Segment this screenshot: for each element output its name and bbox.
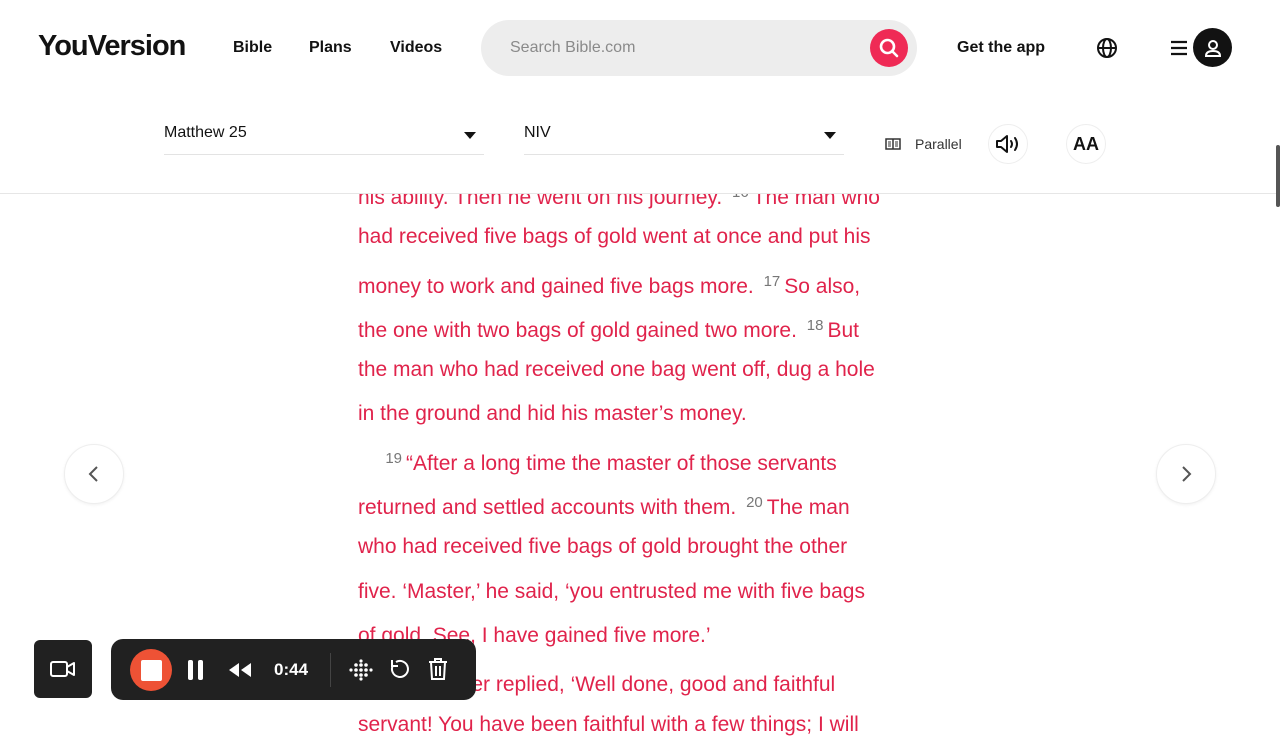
verse-number: 18 <box>806 316 824 334</box>
verse-line: money to work and gained five bags more.… <box>358 260 958 304</box>
verse-text: So also, <box>784 274 861 298</box>
verse-text: servant! You have been faithful with a f… <box>358 712 859 736</box>
video-camera-icon <box>50 661 75 677</box>
camera-toggle-button[interactable] <box>34 640 92 698</box>
next-chapter-button[interactable] <box>1156 444 1216 504</box>
chevron-down-icon <box>464 132 476 139</box>
chevron-right-icon <box>1182 466 1192 482</box>
verse-number: 20 <box>746 494 763 512</box>
verse-text <box>358 452 381 475</box>
verse-line: the man who had received one bag went of… <box>358 348 958 392</box>
verse-text: But <box>827 318 859 342</box>
parallel-label: Parallel <box>915 136 962 152</box>
verse-number: 17 <box>763 272 781 290</box>
version-select[interactable]: NIV <box>524 124 844 155</box>
verse-line: the one with two bags of gold gained two… <box>358 304 958 348</box>
version-value: NIV <box>524 124 551 141</box>
verse-line: had received five bags of gold went at o… <box>358 215 958 259</box>
parallel-book-icon <box>885 138 901 150</box>
verse-line: returned and settled accounts with them.… <box>358 481 958 525</box>
grid-dots-icon[interactable] <box>349 659 373 681</box>
search-placeholder: Search Bible.com <box>510 39 636 56</box>
recording-timer: 0:44 <box>274 660 309 679</box>
verse-text: had received five bags of gold went at o… <box>358 225 871 249</box>
verse-text: The man <box>766 496 850 520</box>
chevron-left-icon <box>88 466 98 482</box>
pause-icon[interactable] <box>187 659 205 681</box>
verse-line: servant! You have been faithful with a f… <box>358 703 958 747</box>
trash-icon[interactable] <box>428 657 448 681</box>
verse-text: who had received five bags of gold broug… <box>358 535 848 559</box>
user-icon <box>1204 39 1221 57</box>
header-divider <box>0 193 1280 194</box>
nav-bible[interactable]: Bible <box>233 39 272 57</box>
search-button[interactable] <box>870 29 908 67</box>
font-size-button[interactable]: AA <box>1066 124 1106 164</box>
stop-recording-button[interactable] <box>130 649 172 691</box>
book-chapter-select[interactable]: Matthew 25 <box>164 124 484 155</box>
search-input[interactable]: Search Bible.com <box>481 20 917 76</box>
speaker-icon <box>996 135 1018 153</box>
scrollbar-thumb[interactable] <box>1276 145 1280 207</box>
verse-text: in the ground and hid his master’s money… <box>358 402 747 426</box>
audio-button[interactable] <box>988 124 1028 164</box>
user-avatar-button[interactable] <box>1193 28 1232 67</box>
stop-icon <box>140 659 162 681</box>
previous-chapter-button[interactable] <box>64 444 124 504</box>
verse-number: 19 <box>385 449 403 467</box>
verse-line: who had received five bags of gold broug… <box>358 525 958 569</box>
recording-toolbar: 0:44 <box>111 639 476 700</box>
verse-line: five. ‘Master,’ he said, ‘you entrusted … <box>358 570 958 614</box>
nav-videos[interactable]: Videos <box>390 39 442 57</box>
restart-icon[interactable] <box>389 659 409 679</box>
verse-text: the one with two bags of gold gained two… <box>358 318 803 342</box>
nav-plans[interactable]: Plans <box>309 39 352 57</box>
verse-text: “After a long time the master of those s… <box>406 451 837 475</box>
get-the-app-link[interactable]: Get the app <box>957 39 1045 57</box>
verse-text: money to work and gained five bags more. <box>358 274 760 298</box>
toolbar-separator <box>330 653 331 687</box>
chevron-down-icon <box>824 132 836 139</box>
verse-line: in the ground and hid his master’s money… <box>358 392 958 436</box>
hamburger-menu-icon[interactable] <box>1170 39 1188 57</box>
verse-text: returned and settled accounts with them. <box>358 496 743 520</box>
search-icon <box>879 38 899 58</box>
verse-text: five. ‘Master,’ he said, ‘you entrusted … <box>358 579 865 603</box>
rewind-icon[interactable] <box>227 662 253 678</box>
verse-line: 19 “After a long time the master of those… <box>358 437 958 481</box>
youversion-logo[interactable]: YouVersion <box>38 30 186 63</box>
globe-icon[interactable] <box>1096 37 1118 59</box>
verse-text: the man who had received one bag went of… <box>358 358 875 382</box>
parallel-button[interactable]: Parallel <box>885 136 962 152</box>
book-chapter-value: Matthew 25 <box>164 124 247 141</box>
